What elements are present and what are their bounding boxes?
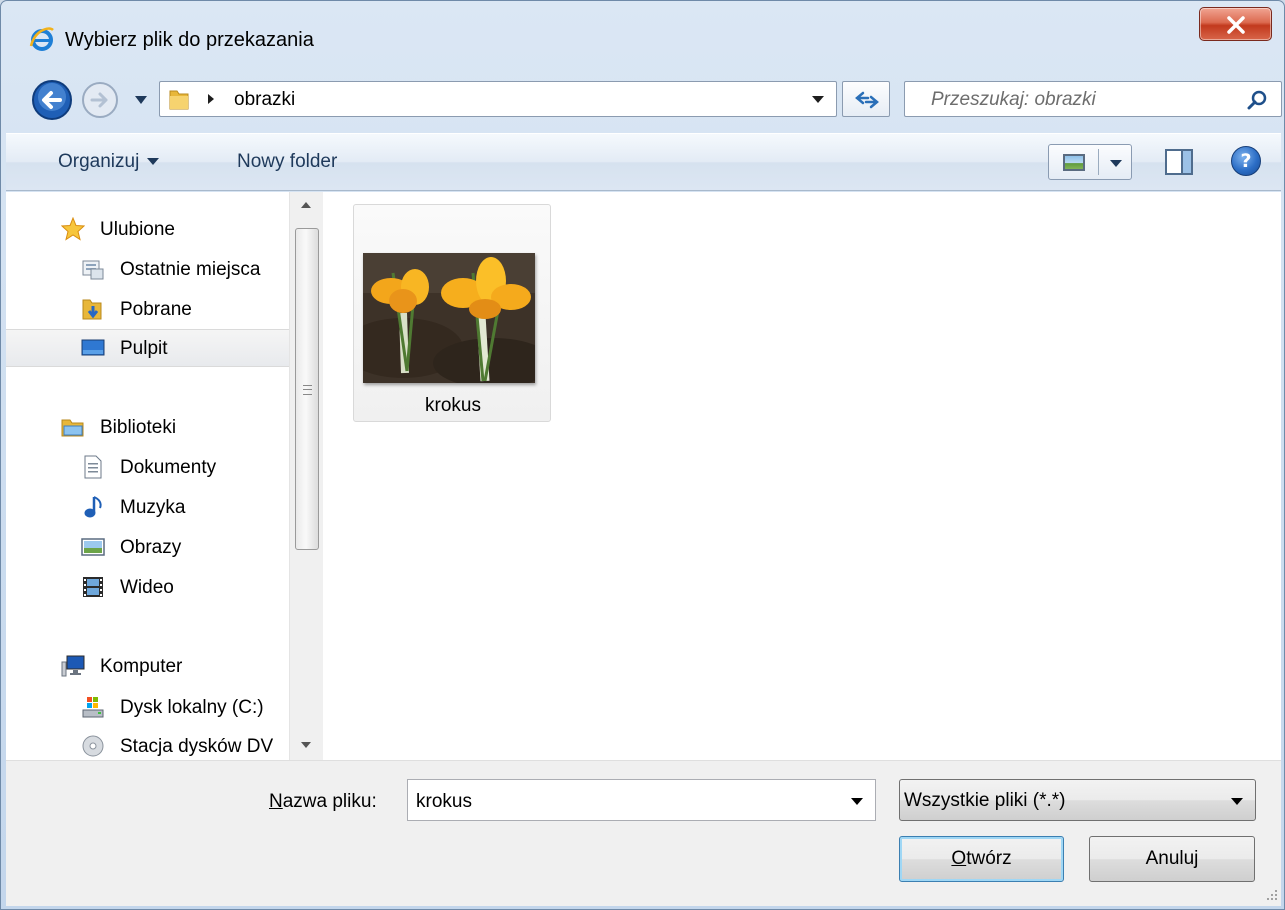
new-folder-button[interactable]: Nowy folder [237, 151, 337, 173]
nav-item-label: Wideo [120, 577, 174, 598]
nav-item-label: Ulubione [100, 219, 175, 240]
address-bar[interactable]: obrazki [159, 81, 837, 117]
breadcrumb-path[interactable]: obrazki [234, 89, 295, 111]
help-icon[interactable]: ? [1231, 146, 1261, 176]
resize-grip-icon[interactable] [1266, 889, 1278, 901]
folder-icon [169, 90, 189, 110]
organize-menu-button[interactable]: Organizuj [58, 151, 160, 173]
local-disk-icon [82, 697, 104, 718]
file-item[interactable]: krokus [353, 204, 551, 422]
chevron-down-icon [147, 158, 160, 166]
title-bar: Wybierz plik do przekazania [1, 1, 1284, 67]
file-type-filter-value: Wszystkie pliki (*.*) [904, 790, 1066, 811]
address-dropdown-icon[interactable] [812, 96, 824, 104]
scroll-grip-icon [303, 385, 312, 395]
close-button[interactable] [1199, 7, 1272, 41]
nav-item-label: Dokumenty [120, 457, 217, 478]
file-list-pane: krokus [323, 192, 1281, 760]
filename-dropdown-icon[interactable] [851, 798, 863, 805]
navigation-pane: Ulubione Ostatnie miejsca Pobrane Pulpit… [6, 192, 289, 760]
dialog-footer: Nazwa pliku: krokus Wszystkie pliki (*.*… [6, 760, 1281, 906]
nav-item-local-disk[interactable]: Dysk lokalny (C:) [6, 689, 289, 727]
star-icon [61, 217, 85, 241]
nav-item-downloads[interactable]: Pobrane [6, 291, 289, 329]
scroll-up-arrow-icon[interactable] [301, 202, 311, 208]
nav-item-label: Komputer [100, 656, 183, 677]
nav-item-favorites[interactable]: Ulubione [6, 211, 289, 249]
window-title: Wybierz plik do przekazania [65, 29, 314, 51]
filename-label: Nazwa pliku: [269, 791, 377, 813]
scroll-down-arrow-icon[interactable] [301, 742, 311, 748]
change-view-button[interactable] [1048, 144, 1132, 180]
search-input[interactable]: Przeszukaj: obrazki [904, 81, 1282, 117]
main-content: Ulubione Ostatnie miejsca Pobrane Pulpit… [6, 192, 1281, 760]
nav-item-documents[interactable]: Dokumenty [6, 449, 289, 487]
filename-label-accesskey: N [269, 791, 283, 812]
forward-arrow-icon[interactable] [81, 81, 119, 119]
view-options-dropdown-icon[interactable] [1110, 160, 1122, 167]
nav-item-dvd-drive[interactable]: Stacja dysków DV [6, 728, 289, 760]
libraries-icon [61, 419, 84, 437]
filename-input[interactable]: krokus [407, 779, 876, 821]
close-icon [1227, 16, 1245, 34]
pictures-icon [81, 538, 105, 556]
open-accesskey: O [951, 848, 967, 869]
dvd-drive-icon [82, 735, 104, 757]
nav-item-recent-places[interactable]: Ostatnie miejsca [6, 251, 289, 289]
filename-label-text: azwa pliku: [282, 791, 377, 812]
nav-item-desktop[interactable]: Pulpit [6, 329, 289, 367]
open-button[interactable]: Otwórz [899, 836, 1064, 882]
downloads-folder-icon [82, 299, 102, 320]
recent-pages-dropdown-icon[interactable] [133, 93, 149, 107]
cancel-button[interactable]: Anuluj [1089, 836, 1255, 882]
organize-label: Organizuj [58, 151, 140, 172]
nav-item-pictures[interactable]: Obrazy [6, 529, 289, 567]
nav-item-video[interactable]: Wideo [6, 569, 289, 607]
file-name-label: krokus [425, 395, 481, 416]
crocus-photo-thumbnail [363, 253, 535, 383]
nav-item-label: Dysk lokalny (C:) [120, 697, 264, 718]
file-type-filter-select[interactable]: Wszystkie pliki (*.*) [899, 779, 1256, 821]
search-placeholder: Przeszukaj: obrazki [931, 89, 1096, 110]
music-note-icon [84, 496, 102, 518]
nav-item-label: Pulpit [120, 338, 168, 359]
view-thumbnail-icon [1063, 154, 1085, 171]
video-film-icon [83, 577, 103, 597]
nav-item-label: Pobrane [120, 299, 192, 320]
scrollbar-thumb[interactable] [295, 228, 319, 550]
nav-item-label: Biblioteki [100, 417, 177, 438]
internet-explorer-icon [29, 27, 54, 51]
search-icon[interactable] [1247, 89, 1269, 111]
file-dialog-window: Wybierz plik do przekazania obrazki Prze… [0, 0, 1285, 910]
preview-pane-icon[interactable] [1165, 149, 1193, 175]
nav-item-libraries[interactable]: Biblioteki [6, 409, 289, 447]
documents-icon [84, 455, 102, 479]
nav-item-label: Muzyka [120, 497, 186, 518]
recent-places-icon [82, 260, 104, 280]
refresh-button[interactable] [842, 81, 890, 117]
desktop-icon [81, 339, 105, 356]
command-bar: Organizuj Nowy folder ? [6, 133, 1281, 191]
back-arrow-icon[interactable] [31, 79, 73, 121]
breadcrumb-arrow-icon[interactable] [206, 93, 216, 105]
nav-item-label: Stacja dysków DV [120, 736, 274, 757]
nav-item-label: Ostatnie miejsca [120, 259, 261, 280]
navigation-scrollbar[interactable] [289, 192, 323, 760]
nav-item-label: Obrazy [120, 537, 182, 558]
computer-icon [61, 655, 85, 677]
open-label: twórz [966, 848, 1012, 869]
nav-item-music[interactable]: Muzyka [6, 489, 289, 527]
nav-item-computer[interactable]: Komputer [6, 648, 289, 686]
chevron-down-icon [1231, 798, 1243, 805]
refresh-icon [855, 91, 879, 109]
filename-value: krokus [416, 791, 472, 812]
view-button-separator [1098, 149, 1099, 175]
